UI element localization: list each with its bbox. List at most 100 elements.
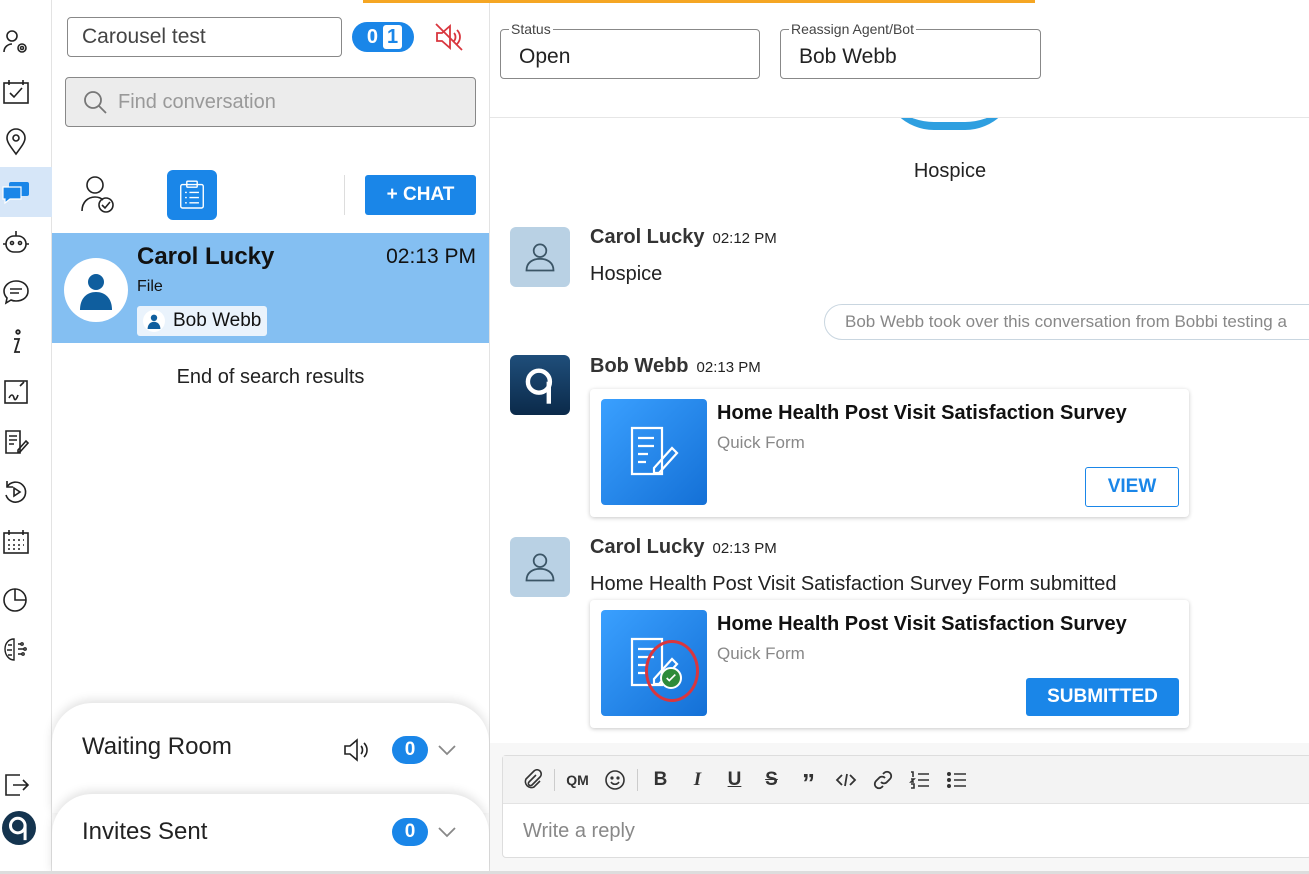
form-signature-icon[interactable] (0, 367, 52, 417)
form-title: Home Health Post Visit Satisfaction Surv… (717, 402, 1127, 424)
status-label: Status (509, 21, 553, 37)
assigned-agent-tag: Bob Webb (137, 306, 268, 336)
form-title: Home Health Post Visit Satisfaction Surv… (717, 613, 1127, 635)
chevron-down-icon[interactable] (436, 739, 458, 761)
assigned-user-filter-icon[interactable] (79, 175, 117, 215)
info-icon[interactable] (0, 317, 52, 367)
form-thumbnail (601, 610, 707, 716)
new-chat-button[interactable]: + CHAT (365, 175, 476, 215)
submitted-button[interactable]: SUBMITTED (1026, 678, 1179, 716)
clipboard-icon (180, 180, 204, 209)
message-bubble-icon[interactable] (0, 267, 52, 317)
avatar (510, 537, 570, 597)
user-avatar-icon (80, 274, 112, 310)
waiting-room-count-badge: 0 (392, 736, 428, 764)
previous-option-label: Hospice (913, 160, 987, 182)
message-sender-name: Bob Webb (590, 355, 689, 377)
message-sender: Carol Lucky 02:12 PM (590, 226, 777, 249)
reply-input[interactable] (523, 820, 1223, 843)
conversation-name-field[interactable] (67, 17, 342, 57)
avatar (64, 258, 128, 322)
availability-toggle[interactable]: 0 1 (352, 22, 414, 52)
left-nav-rail (0, 0, 52, 874)
app-logo-icon[interactable] (0, 803, 52, 853)
history-play-icon[interactable] (0, 467, 52, 517)
system-event-message: Bob Webb took over this conversation fro… (824, 304, 1309, 340)
quick-message-button[interactable]: QM (559, 765, 596, 795)
reassign-agent-value: Bob Webb (799, 45, 897, 68)
chat-main-area: Status Open Reassign Agent/Bot Bob Webb … (363, 0, 1309, 874)
invites-sent-drawer[interactable]: Invites Sent 0 (52, 794, 489, 874)
form-card: Home Health Post Visit Satisfaction Surv… (590, 600, 1189, 728)
search-icon (84, 91, 107, 114)
previous-option-image (882, 118, 1017, 130)
reassign-agent-select[interactable]: Reassign Agent/Bot Bob Webb (780, 21, 1041, 79)
message-time: 02:13 PM (712, 540, 777, 557)
conversation-subtitle: File (137, 278, 163, 295)
message-sender-name: Carol Lucky (590, 536, 705, 558)
status-value: Open (519, 45, 571, 68)
bot-icon[interactable] (0, 217, 52, 267)
strikethrough-button[interactable]: S (753, 765, 790, 795)
highlight-circle (645, 640, 699, 702)
clipboard-filter-button[interactable] (167, 170, 217, 220)
attachment-icon[interactable] (513, 765, 550, 795)
form-card: Home Health Post Visit Satisfaction Surv… (590, 389, 1189, 517)
conversation-time: 02:13 PM (386, 245, 476, 268)
underline-button[interactable]: U (716, 765, 753, 795)
user-avatar-icon (525, 553, 555, 582)
calendar-check-icon[interactable] (0, 67, 52, 117)
message-sender-name: Carol Lucky (590, 226, 705, 248)
ordered-list-icon[interactable] (901, 765, 938, 795)
assigned-agent-name: Bob Webb (173, 310, 262, 331)
location-pin-icon[interactable] (0, 117, 52, 167)
top-accent-bar (363, 0, 1035, 3)
document-edit-icon[interactable] (0, 417, 52, 467)
user-avatar-icon (525, 243, 555, 272)
quote-button[interactable]: ” (790, 765, 827, 798)
formatting-toolbar: QM B I U S ” (503, 756, 1309, 804)
emoji-icon[interactable] (596, 765, 633, 795)
invites-sent-title: Invites Sent (82, 818, 208, 845)
form-edit-icon (630, 426, 679, 476)
italic-button[interactable]: I (679, 765, 716, 795)
avatar (510, 227, 570, 287)
link-icon[interactable] (864, 765, 901, 795)
calendar-grid-icon[interactable] (0, 517, 52, 567)
chat-header: Status Open Reassign Agent/Bot Bob Webb (363, 0, 1309, 118)
reply-composer: QM B I U S ” (502, 755, 1309, 858)
message-thread[interactable]: Hospice Carol Lucky 02:12 PM Hospice Bob … (490, 118, 1309, 743)
chat-icon[interactable] (0, 167, 52, 217)
chevron-down-icon[interactable] (436, 821, 458, 843)
end-of-results-text: End of search results (176, 366, 365, 388)
reassign-agent-label: Reassign Agent/Bot (789, 21, 916, 37)
brain-icon[interactable] (0, 625, 52, 675)
toggle-on-segment[interactable]: 1 (383, 25, 403, 49)
form-subtitle: Quick Form (717, 644, 805, 663)
user-settings-icon[interactable] (0, 17, 52, 67)
toolbar-divider (637, 768, 638, 791)
conversation-list-panel: 0 1 + CHAT Carol Lucky 02:13 PM File (52, 0, 490, 874)
message-sender: Bob Webb 02:13 PM (590, 355, 761, 378)
bold-button[interactable]: B (642, 765, 679, 795)
message-sender: Carol Lucky 02:13 PM (590, 536, 777, 559)
conversation-list-item[interactable]: Carol Lucky 02:13 PM File Bob Webb (52, 233, 489, 343)
code-icon[interactable] (827, 765, 864, 795)
status-select[interactable]: Status Open (500, 21, 760, 79)
speaker-icon[interactable] (342, 735, 372, 765)
mute-icon[interactable] (432, 20, 466, 54)
search-input[interactable] (118, 90, 448, 114)
conversation-contact-name: Carol Lucky (137, 243, 275, 270)
invites-sent-count-badge: 0 (392, 818, 428, 846)
filter-divider (344, 175, 345, 215)
form-subtitle: Quick Form (717, 433, 805, 452)
toggle-off-segment[interactable]: 0 (364, 26, 381, 49)
bullet-list-icon[interactable] (938, 765, 975, 795)
waiting-room-title: Waiting Room (82, 733, 232, 760)
pie-chart-icon[interactable] (0, 575, 52, 625)
view-button[interactable]: VIEW (1085, 467, 1179, 507)
avatar (510, 355, 570, 415)
search-box[interactable] (65, 77, 476, 127)
message-text: Hospice (590, 263, 663, 285)
message-time: 02:12 PM (712, 230, 777, 247)
